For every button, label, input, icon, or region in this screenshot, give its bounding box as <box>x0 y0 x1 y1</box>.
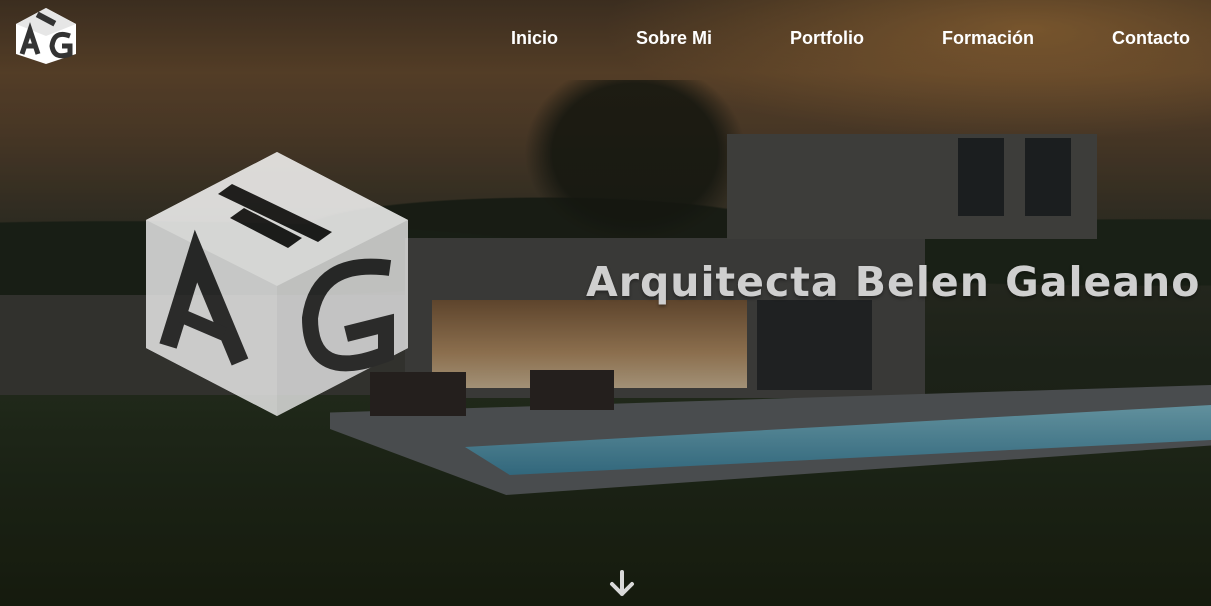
logo-icon[interactable] <box>14 6 78 66</box>
top-nav: Inicio Sobre Mi Portfolio Formación Cont… <box>0 0 1211 76</box>
hero-logo-icon <box>146 152 408 416</box>
arrow-down-icon[interactable] <box>606 568 638 600</box>
nav-link-portfolio[interactable]: Portfolio <box>790 26 864 50</box>
hero-section: Inicio Sobre Mi Portfolio Formación Cont… <box>0 0 1211 606</box>
nav-link-contacto[interactable]: Contacto <box>1112 26 1190 50</box>
nav-link-formacion[interactable]: Formación <box>942 26 1034 50</box>
nav-links: Inicio Sobre Mi Portfolio Formación Cont… <box>511 26 1190 50</box>
nav-link-sobre-mi[interactable]: Sobre Mi <box>636 26 712 50</box>
hero-title: Arquitecta Belen Galeano <box>586 258 1201 306</box>
nav-link-inicio[interactable]: Inicio <box>511 26 558 50</box>
